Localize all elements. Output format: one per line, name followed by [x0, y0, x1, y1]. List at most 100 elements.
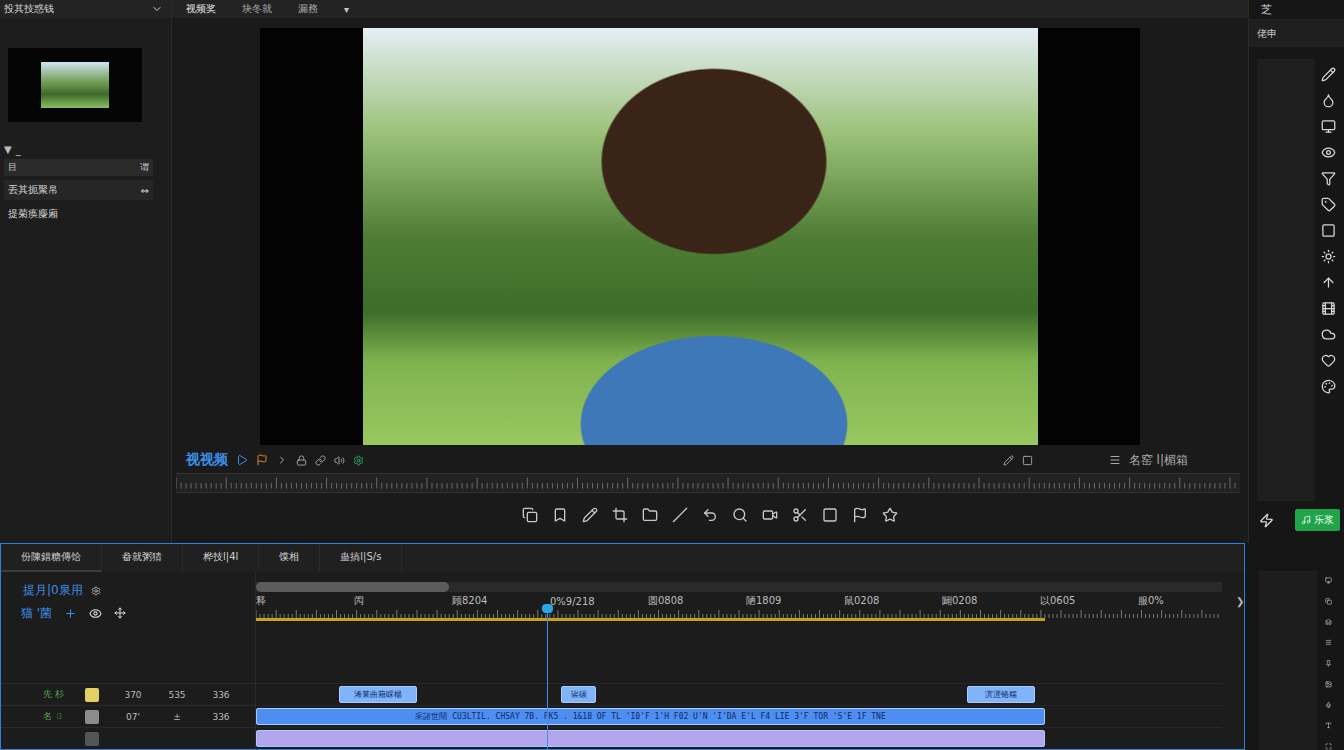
timeline-tab[interactable]: 份陳錯糖傳饸	[1, 544, 102, 572]
tool-icon[interactable]	[702, 507, 718, 523]
effect-icon[interactable]	[1321, 119, 1336, 134]
preview-controls: 视视频 名窑 l|楣箱	[172, 445, 1248, 469]
video-canvas	[260, 28, 1140, 445]
tool-icon[interactable]	[762, 507, 778, 523]
timeline-tab[interactable]: 馍相	[259, 544, 320, 572]
timeline-scrollbar[interactable]	[256, 582, 1222, 592]
effect-icon[interactable]	[1321, 301, 1336, 316]
scrubber-ticks-icon	[176, 474, 1240, 492]
add-icon[interactable]	[64, 607, 77, 620]
media-panel-header[interactable]: 投其技惑钱	[0, 0, 171, 18]
tool-icon[interactable]	[672, 507, 688, 523]
time-ruler[interactable]: 释闶顾82040%9/218圆0808陋1809鼠0208闢0208以0605服…	[256, 592, 1222, 610]
tool-icon[interactable]	[582, 507, 598, 523]
side-tool-icon[interactable]	[1321, 619, 1336, 626]
tool-icon[interactable]	[612, 507, 628, 523]
image-icon[interactable]	[1321, 681, 1336, 688]
editor-window: 投其技惑钱▼_目谓丟其扼聚帛⇔提菊痪麋廂视频奖块冬就漏務▾视视频名窑 l|楣箱芝…	[0, 0, 1344, 750]
effect-icon[interactable]	[1321, 67, 1336, 82]
link-icon[interactable]	[315, 455, 326, 466]
side-tool-icon[interactable]	[1321, 598, 1336, 605]
track-area: 释闶顾82040%9/218圆0808陋1809鼠0208闢0208以0605服…	[256, 572, 1244, 749]
track-lane: 采諸世鬧 CU3LTIL. CHSAY 7B. FK5 . 1&18 OF TL…	[256, 705, 1222, 727]
frame-icon[interactable]	[1022, 455, 1033, 466]
timeline-clip[interactable]: 诶碳	[561, 686, 596, 703]
preview-dropdown[interactable]: ▾	[344, 4, 349, 15]
marker-icon[interactable]	[256, 454, 268, 466]
effect-icon[interactable]	[1321, 353, 1336, 368]
track-header[interactable]: 先 杉370535336	[1, 683, 255, 705]
apply-button[interactable]: 乐浆	[1295, 509, 1340, 531]
tool-icon[interactable]	[882, 507, 898, 523]
side-tool-icon[interactable]	[1321, 577, 1336, 584]
view-icon[interactable]	[89, 607, 102, 620]
text-icon[interactable]	[1321, 722, 1336, 729]
menu-icon[interactable]	[1109, 454, 1121, 466]
lock-icon[interactable]	[296, 455, 307, 466]
effect-icon[interactable]	[1321, 275, 1336, 290]
timeline-tab[interactable]: 畚就粥猜	[102, 544, 183, 572]
timeline-clip[interactable]: 滨涯铬糯	[967, 686, 1035, 703]
tool-icon[interactable]	[792, 507, 808, 523]
tool-icon[interactable]	[522, 507, 538, 523]
settings-icon[interactable]	[353, 455, 364, 466]
effect-icon[interactable]	[1321, 171, 1336, 186]
effect-icon[interactable]	[1321, 197, 1336, 212]
move-icon[interactable]	[114, 607, 126, 619]
playhead[interactable]	[547, 608, 548, 749]
side-tool-icon[interactable]	[1321, 639, 1336, 646]
media-item[interactable]: 提菊痪麋廂	[4, 204, 153, 224]
run-icon[interactable]	[1259, 513, 1274, 528]
effects-title: 芝	[1249, 0, 1344, 19]
media-panel: 投其技惑钱▼_目谓丟其扼聚帛⇔提菊痪麋廂	[0, 0, 172, 543]
tool-icon[interactable]	[642, 507, 658, 523]
timeline-subtitle: 猫 '菌	[21, 605, 52, 622]
preview-right-label: 名窑 l|楣箱	[1129, 452, 1188, 469]
timeline-tab[interactable]: 蛊搞l|S/s	[320, 544, 402, 572]
timeline-tab[interactable]: 桦技l|4l	[183, 544, 259, 572]
tool-icon[interactable]	[552, 507, 568, 523]
track-swatch	[85, 688, 99, 702]
preview-tab[interactable]: 漏務	[298, 2, 318, 16]
media-item[interactable]: 丟其扼聚帛⇔	[4, 180, 153, 200]
effect-icon[interactable]	[1321, 93, 1336, 108]
timeline-clip[interactable]	[256, 730, 1045, 747]
effects-list	[1257, 59, 1315, 501]
timeline-title: 提月|0泉用	[1, 572, 255, 599]
effects-panel: 芝佬申乐浆	[1248, 0, 1344, 543]
track-header[interactable]: 名 ㄖ07'±336	[1, 705, 255, 727]
side-tool-icon[interactable]	[1321, 660, 1336, 667]
effect-icon[interactable]	[1321, 379, 1336, 394]
work-area-bar[interactable]	[256, 618, 1045, 621]
maximize-icon[interactable]	[1321, 743, 1336, 750]
effects-subtitle: 佬申	[1249, 19, 1344, 47]
tool-icon[interactable]	[822, 507, 838, 523]
volume-icon[interactable]	[334, 455, 345, 466]
preview-scrubber[interactable]	[176, 473, 1240, 493]
video-frame	[363, 28, 1038, 445]
effect-icon[interactable]	[1321, 249, 1336, 264]
media-thumbnail[interactable]	[8, 48, 142, 122]
track-lane	[256, 727, 1222, 749]
preview-tab[interactable]: 视频奖	[186, 2, 216, 16]
preview-tab[interactable]: 块冬就	[242, 2, 272, 16]
timeline-clip[interactable]: 浠莱曲藉睬楊	[339, 686, 417, 703]
preview-label: 视视频	[186, 451, 228, 469]
folder-row[interactable]: ▼_	[0, 122, 171, 159]
next-icon[interactable]	[276, 454, 288, 466]
gear-icon[interactable]	[91, 586, 101, 596]
effect-icon[interactable]	[1321, 145, 1336, 160]
effect-icon[interactable]	[1321, 327, 1336, 342]
mic-icon[interactable]	[1321, 702, 1336, 709]
tool-icon[interactable]	[732, 507, 748, 523]
track-lane: 浠莱曲藉睬楊 诶碳 滨涯铬糯	[256, 683, 1222, 705]
timeline-clip[interactable]: 采諸世鬧 CU3LTIL. CHSAY 7B. FK5 . 1&18 OF TL…	[256, 708, 1045, 725]
thumbnail-photo	[41, 62, 109, 108]
track-header[interactable]	[1, 727, 255, 749]
tool-icon[interactable]	[852, 507, 868, 523]
pen-icon[interactable]	[1003, 455, 1014, 466]
play-icon[interactable]	[236, 454, 248, 466]
media-panel-title: 投其技惑钱	[4, 2, 54, 16]
effect-icon[interactable]	[1321, 223, 1336, 238]
chevron-down-icon[interactable]	[151, 3, 163, 15]
